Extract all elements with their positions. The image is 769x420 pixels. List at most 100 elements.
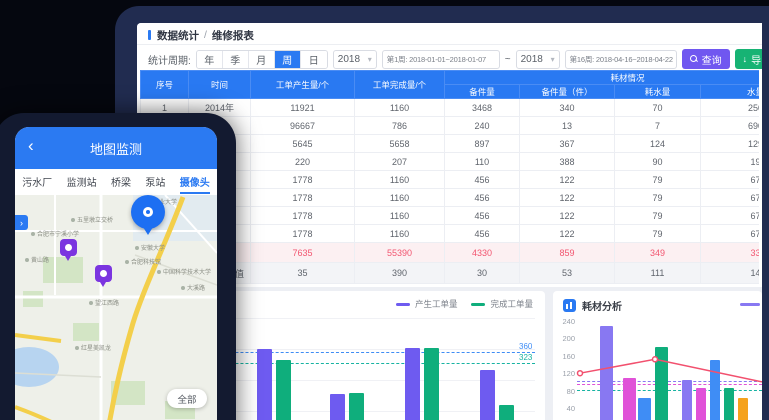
reference-line-label: 360: [519, 342, 532, 351]
camera-pin[interactable]: [95, 265, 112, 282]
table-cell: 79: [615, 225, 701, 243]
map-label: 大溪路: [181, 283, 205, 292]
table-cell: 456: [445, 189, 520, 207]
app-tab-桥梁[interactable]: 桥梁: [111, 170, 131, 194]
start-year-select[interactable]: 2018 ▾: [333, 50, 377, 69]
table-cell: 79: [615, 189, 701, 207]
breadcrumb-page: 维修报表: [212, 28, 254, 43]
table-cell: 67: [701, 189, 760, 207]
bar-产生工单量-0: [257, 349, 272, 420]
table-cell: 19: [701, 153, 760, 171]
period-option-年[interactable]: 年: [197, 51, 223, 68]
table-cell: 11921: [251, 99, 355, 117]
period-segmented-control: 年季月周日: [196, 50, 328, 69]
table-cell: 7: [615, 117, 701, 135]
col-time: 时间: [189, 71, 251, 99]
period-option-季[interactable]: 季: [223, 51, 249, 68]
table-cell: 122: [520, 225, 615, 243]
table-cell: 79: [615, 207, 701, 225]
period-option-月[interactable]: 月: [249, 51, 275, 68]
reference-line-label: 323: [519, 353, 532, 362]
phone-screen: ‹ 地图监测 污水厂监测站桥梁泵站摄像头: [15, 127, 217, 420]
col-sub-0: 备件量: [445, 85, 520, 99]
table-cell: 110: [445, 153, 520, 171]
bar-产生工单量-3: [480, 370, 495, 420]
table-cell: 250: [701, 99, 760, 117]
table-cell: 388: [520, 153, 615, 171]
table-cell: 70: [615, 99, 701, 117]
table-cell: 786: [355, 117, 445, 135]
col-completed: 工单完成量/个: [355, 71, 445, 99]
selected-camera-pin[interactable]: [131, 195, 165, 229]
table-cell: 122: [520, 189, 615, 207]
breadcrumb-separator: /: [204, 29, 207, 41]
col-sub-2: 耗水量: [615, 85, 701, 99]
app-tab-污水厂[interactable]: 污水厂: [22, 170, 52, 194]
period-option-周[interactable]: 周: [275, 51, 301, 68]
app-tab-监测站[interactable]: 监测站: [67, 170, 97, 194]
table-cell: 1160: [355, 99, 445, 117]
table-cell: 859: [520, 243, 615, 263]
table-cell: 1778: [251, 207, 355, 225]
col-created: 工单产生量/个: [251, 71, 355, 99]
table-cell: 390: [355, 263, 445, 284]
caret-down-icon: ▾: [551, 55, 555, 64]
search-button[interactable]: 查询: [682, 49, 730, 69]
table-cell: 207: [355, 153, 445, 171]
export-excel-button[interactable]: ↓ 导出Excel: [735, 49, 762, 69]
table-cell: 690: [701, 117, 760, 135]
trend-line: [553, 291, 762, 420]
end-week-input[interactable]: 第16周: 2018-04-16~2018-04-22: [565, 50, 677, 69]
export-button-label: 导出Excel: [751, 52, 762, 67]
app-tab-bar: 污水厂监测站桥梁泵站摄像头: [15, 169, 217, 195]
table-cell: 55390: [355, 243, 445, 263]
start-week-input[interactable]: 第1周: 2018-01-01~2018-01-07: [382, 50, 500, 69]
table-cell: 3468: [445, 99, 520, 117]
table-cell: 1160: [355, 171, 445, 189]
app-tab-摄像头[interactable]: 摄像头: [180, 170, 210, 194]
col-group-consumables: 耗材情况: [445, 71, 760, 85]
table-cell: 897: [445, 135, 520, 153]
map-label: 合肥科技馆: [125, 257, 161, 266]
table-cell: 1160: [355, 225, 445, 243]
table-cell: 33: [701, 243, 760, 263]
table-cell: 240: [445, 117, 520, 135]
start-week-value: 第1周: 2018-01-01~2018-01-07: [387, 54, 486, 65]
table-cell: 1778: [251, 189, 355, 207]
camera-pin[interactable]: [60, 239, 77, 256]
bar-完成工单量-0: [276, 360, 291, 420]
table-cell: 96667: [251, 117, 355, 135]
consumables-chart-card: 耗材分析 2402001601208040: [553, 291, 762, 420]
table-cell: 1778: [251, 225, 355, 243]
table-cell: 456: [445, 171, 520, 189]
table-cell: 67: [701, 171, 760, 189]
stage: 数据统计 / 维修报表 统计周期: 年季月周日 2018 ▾ 第1周: 2018…: [0, 0, 769, 420]
map-label: 安徽大学: [135, 243, 165, 252]
table-header: 序号 时间 工单产生量/个 工单完成量/个 耗材情况 备件量 备件量（件） 耗水…: [141, 71, 760, 99]
app-tab-泵站[interactable]: 泵站: [145, 170, 165, 194]
expand-panel-button[interactable]: ›: [15, 215, 28, 230]
table-cell: 90: [615, 153, 701, 171]
col-sub-1: 备件量（件）: [520, 85, 615, 99]
map-view[interactable]: 安徽农业大学五里墩立交桥合肥市宁溪小学安徽大学合肥科技馆黄山路中国科学技术大学大…: [15, 195, 217, 420]
breadcrumb-section[interactable]: 数据统计: [157, 28, 199, 43]
map-label: 中国科学技术大学: [157, 267, 211, 276]
table-cell: 7635: [251, 243, 355, 263]
start-year-value: 2018: [338, 54, 360, 65]
col-sub-3: 水量: [701, 85, 760, 99]
download-icon: ↓: [743, 55, 748, 64]
table-cell: 456: [445, 225, 520, 243]
table-cell: 456: [445, 207, 520, 225]
end-year-select[interactable]: 2018 ▾: [516, 50, 560, 69]
range-separator: ~: [505, 54, 511, 65]
table-cell: 53: [520, 263, 615, 284]
consumables-bar-chart[interactable]: 2402001601208040: [553, 291, 762, 420]
period-option-日[interactable]: 日: [301, 51, 327, 68]
map-label: 望江西路: [89, 298, 119, 307]
phone-mockup: ‹ 地图监测 污水厂监测站桥梁泵站摄像头: [0, 113, 236, 420]
back-chevron-icon[interactable]: ‹: [28, 137, 34, 154]
search-button-label: 查询: [702, 52, 722, 67]
col-index: 序号: [141, 71, 189, 99]
bar-产生工单量-1: [330, 394, 345, 420]
show-all-button[interactable]: 全部: [167, 389, 207, 408]
